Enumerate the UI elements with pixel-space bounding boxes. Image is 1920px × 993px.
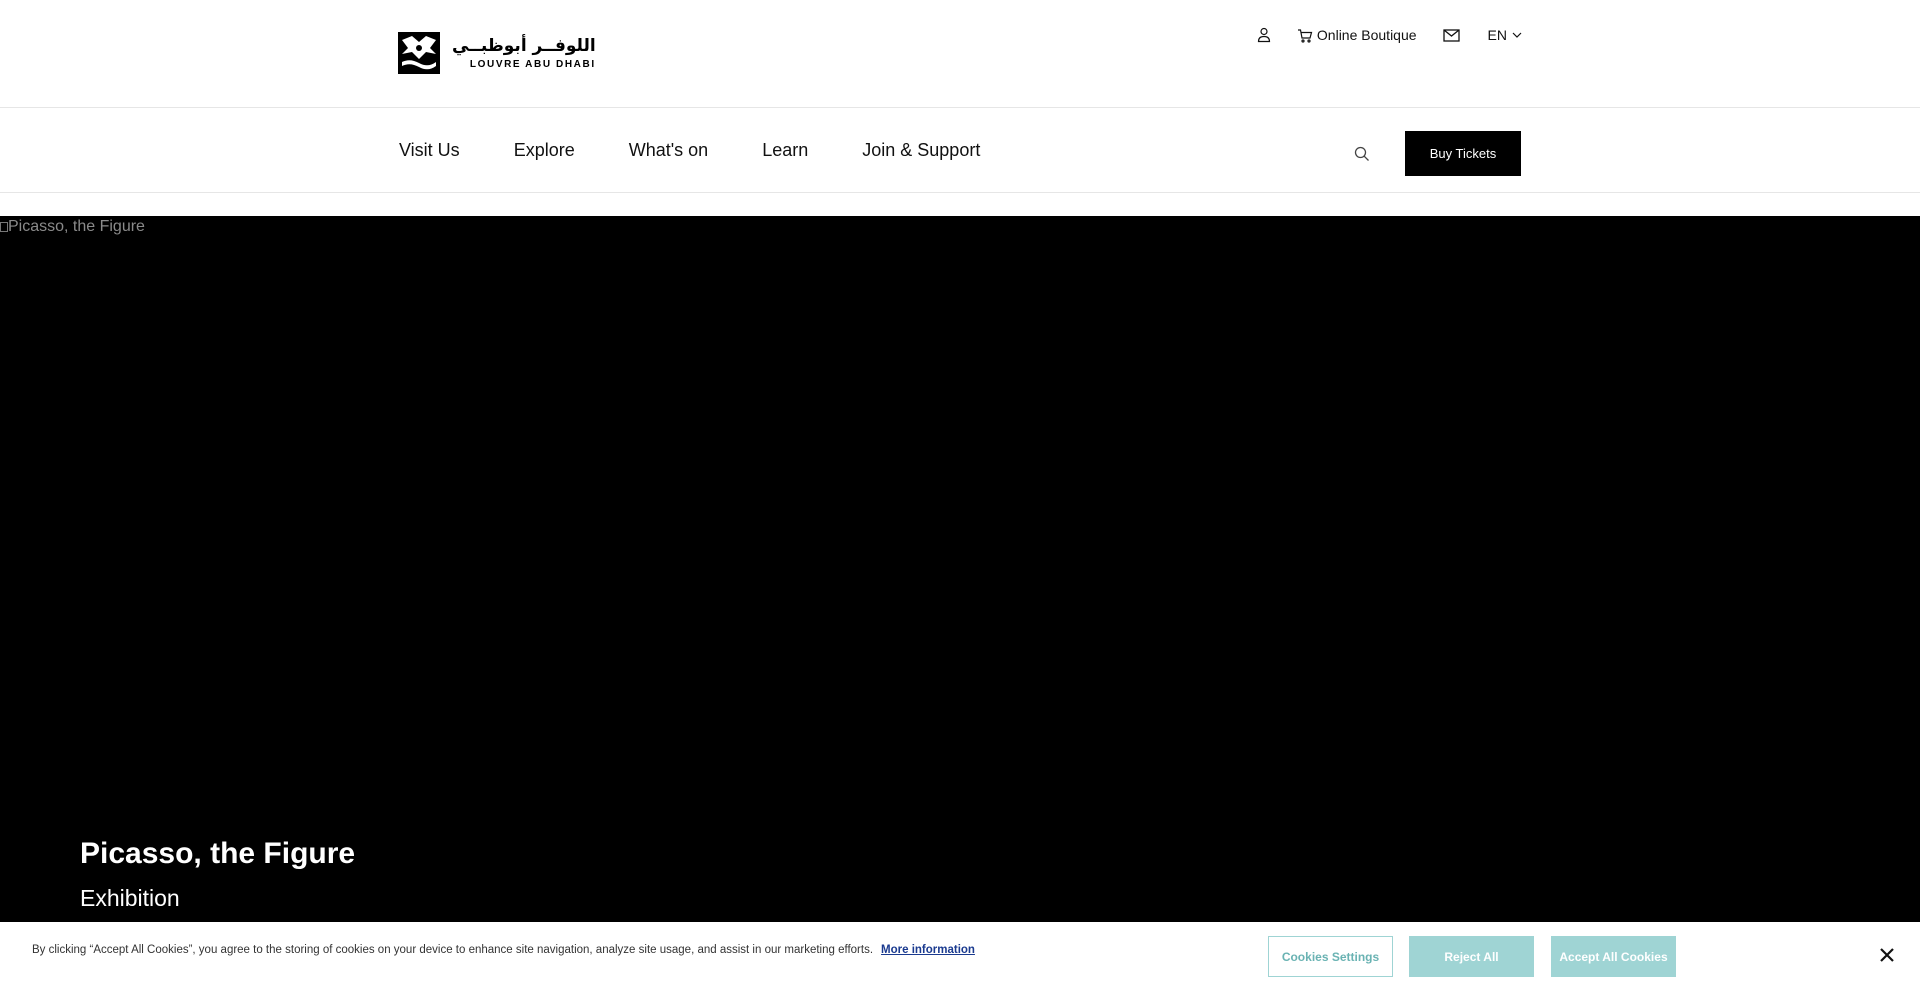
online-boutique-link[interactable]: Online Boutique [1297,27,1417,43]
cookie-message: By clicking “Accept All Cookies”, you ag… [32,944,874,956]
louvre-abu-dhabi-logo[interactable]: اللوفــر أبوظبــي LOUVRE ABU DHABI [398,32,596,74]
cookie-banner: By clicking “Accept All Cookies”, you ag… [0,922,1920,993]
mail-icon [1442,28,1460,42]
top-header: اللوفــر أبوظبــي LOUVRE ABU DHABI Onlin… [0,0,1920,108]
hero-banner: Picasso, the Figure Picasso, the Figure … [0,216,1920,922]
buy-tickets-button[interactable]: Buy Tickets [1405,131,1521,176]
chevron-down-icon [1512,32,1522,38]
nav-item-explore[interactable]: Explore [514,140,575,161]
nav-item-learn[interactable]: Learn [762,140,808,161]
broken-image-icon [0,222,8,232]
account-button[interactable] [1257,27,1271,43]
language-label: EN [1487,27,1507,43]
logo-english-text: LOUVRE ABU DHABI [469,59,596,70]
utility-links: Online Boutique EN [1257,24,1522,46]
hero-image-alt-text: Picasso, the Figure [8,218,145,235]
more-information-link[interactable]: More information [881,944,975,956]
language-selector[interactable]: EN [1488,27,1522,43]
logo-arabic-text: اللوفــر أبوظبــي [452,36,596,56]
search-button[interactable] [1351,143,1373,165]
hero-title: Picasso, the Figure [80,837,356,870]
cart-icon [1297,28,1313,43]
cookies-settings-button[interactable]: Cookies Settings [1268,936,1393,977]
main-navigation: Visit Us Explore What's on Learn Join & … [0,108,1920,193]
nav-item-visit-us[interactable]: Visit Us [399,140,460,161]
newsletter-button[interactable] [1442,28,1460,42]
close-icon[interactable] [1878,946,1896,964]
logo-mark-icon [398,32,440,74]
nav-item-join-support[interactable]: Join & Support [862,140,980,161]
user-icon [1257,27,1271,43]
nav-item-whats-on[interactable]: What's on [629,140,708,161]
accept-all-cookies-button[interactable]: Accept All Cookies [1551,936,1676,977]
hero-subtitle: Exhibition [80,885,180,911]
search-icon [1354,146,1369,161]
hero-image-alt: Picasso, the Figure [0,218,145,236]
online-boutique-label: Online Boutique [1316,27,1417,43]
reject-all-button[interactable]: Reject All [1409,936,1534,977]
